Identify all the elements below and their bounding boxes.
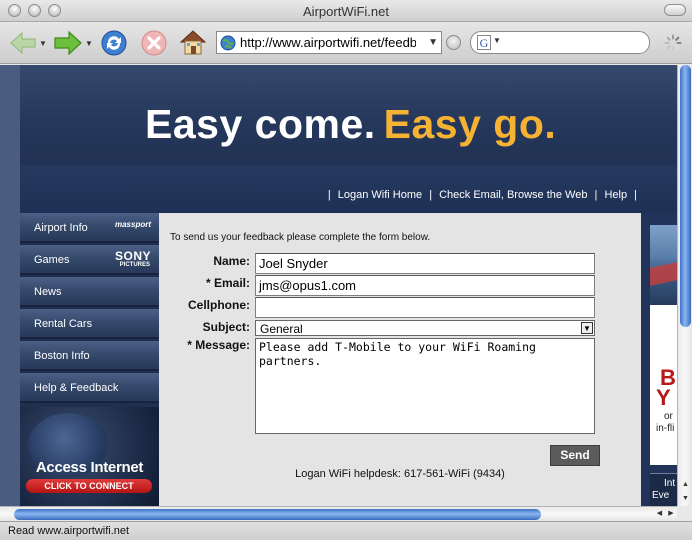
site-tagline: Easy come. Easy go. — [145, 101, 556, 148]
spinner-icon — [664, 34, 682, 52]
back-menu-icon[interactable]: ▼ — [39, 39, 47, 48]
horizontal-scroll-arrows: ◀ ▶ — [654, 507, 677, 522]
subject-select[interactable]: General ▼ — [255, 320, 595, 336]
home-icon — [179, 30, 207, 55]
forward-icon — [54, 31, 82, 55]
massport-logo: massport — [114, 220, 151, 229]
page-viewport: Easy come. Easy go. | Logan Wifi Home | C… — [0, 65, 677, 506]
url-bar[interactable]: http://www.airportwifi.net/feedback ▼ — [216, 31, 442, 54]
helpdesk-info: Logan WiFi helpdesk: 617-561-WiFi (9434) — [295, 468, 505, 480]
scroll-down-icon[interactable]: ▼ — [678, 492, 692, 506]
sidebar-item-airport-info[interactable]: Airport Info massport — [20, 213, 159, 243]
form-intro: To send us your feedback please complete… — [170, 232, 431, 243]
reload-icon — [101, 30, 127, 56]
scroll-left-icon[interactable]: ◀ — [654, 507, 665, 521]
name-label: Name: — [213, 254, 250, 268]
scroll-right-icon[interactable]: ▶ — [665, 507, 677, 521]
sidebar-item-label: Games — [34, 254, 70, 266]
click-to-connect-button[interactable]: CLICK TO CONNECT — [26, 479, 152, 493]
status-text: Read www.airportwifi.net — [8, 525, 130, 537]
go-icon[interactable] — [446, 35, 461, 50]
forward-menu-icon[interactable]: ▼ — [85, 39, 93, 48]
nav-separator: | — [429, 189, 433, 201]
window-title: AirportWiFi.net — [303, 4, 389, 19]
stop-button[interactable] — [139, 28, 169, 58]
sony-pictures-logo: PICTURES — [119, 262, 150, 268]
browser-toolbar: ▼ ▼ http://www.airportwifi.net/feedb ▼ G… — [0, 22, 692, 64]
sidebar-item-news[interactable]: News — [20, 277, 159, 307]
ad-strip: B Y or in-fli Int Eve — [641, 213, 677, 506]
sidebar-item-label: News — [34, 286, 62, 298]
sidebar-item-label: Airport Info — [34, 222, 88, 234]
ad-bottom-text-1: Int — [664, 478, 676, 489]
google-icon: G — [477, 35, 491, 50]
sidebar: Airport Info massport Games SONY PICTURE… — [20, 213, 159, 506]
toolbar-toggle-button[interactable] — [664, 4, 686, 16]
message-textarea[interactable]: Please add T-Mobile to your WiFi Roaming… — [255, 338, 595, 434]
subject-selected-value: General — [260, 322, 303, 336]
ad-headline-2: Y — [656, 385, 671, 410]
top-nav: | Logan Wifi Home | Check Email, Browse … — [326, 189, 639, 201]
access-internet-banner[interactable]: Access Internet CLICK TO CONNECT — [20, 407, 159, 506]
back-button[interactable] — [8, 29, 38, 57]
vertical-scroll-thumb[interactable] — [680, 65, 691, 327]
ad-bottom-banner[interactable]: Int Eve — [650, 473, 677, 506]
status-bar: Read www.airportwifi.net — [0, 521, 692, 540]
title-bar: AirportWiFi.net — [0, 0, 692, 22]
nav-separator: | — [634, 189, 637, 201]
scrollbar-corner — [677, 506, 692, 521]
sidebar-item-label: Help & Feedback — [34, 382, 119, 394]
back-icon — [10, 31, 36, 55]
name-field[interactable]: Joel Snyder — [255, 253, 595, 274]
search-bar[interactable]: G ▼ — [470, 31, 650, 54]
sidebar-item-label: Boston Info — [34, 350, 90, 362]
sidebar-item-rental-cars[interactable]: Rental Cars — [20, 309, 159, 339]
chevron-down-icon[interactable]: ▼ — [581, 322, 593, 334]
scroll-up-icon[interactable]: ▲ — [678, 478, 692, 492]
send-button[interactable]: Send — [550, 445, 600, 466]
tagline-easy-come: Easy come. — [145, 101, 376, 147]
feedback-panel: To send us your feedback please complete… — [159, 213, 641, 506]
ad-text-2: in-fli — [656, 423, 675, 434]
home-button[interactable] — [177, 27, 209, 57]
horizontal-scrollbar[interactable]: ◀ ▶ — [0, 506, 677, 521]
vertical-scroll-arrows: ▲ ▼ — [678, 478, 692, 506]
sony-logo: SONY — [114, 249, 151, 263]
tagline-easy-go: Easy go. — [383, 101, 557, 147]
subject-label: Subject: — [202, 320, 250, 334]
access-internet-title: Access Internet — [35, 459, 144, 476]
url-history-dropdown-icon[interactable]: ▼ — [428, 37, 438, 48]
ad-banner[interactable]: B Y or in-fli — [650, 225, 677, 465]
ad-text-1: or — [664, 411, 673, 422]
sidebar-item-help-feedback[interactable]: Help & Feedback — [20, 373, 159, 403]
globe-icon — [220, 35, 236, 50]
url-text: http://www.airportwifi.net/feedback — [240, 35, 416, 50]
cellphone-field[interactable] — [255, 297, 595, 318]
vertical-scrollbar[interactable]: ▲ ▼ — [677, 65, 692, 506]
horizontal-scroll-thumb[interactable] — [14, 509, 541, 520]
cellphone-label: Cellphone: — [188, 298, 250, 312]
email-label: * Email: — [205, 276, 250, 290]
search-engine-dropdown-icon[interactable]: ▼ — [493, 36, 501, 45]
nav-separator: | — [594, 189, 598, 201]
nav-link-logan-wifi-home[interactable]: Logan Wifi Home — [338, 189, 422, 201]
stop-icon — [141, 30, 167, 56]
reload-button[interactable] — [99, 28, 129, 58]
forward-button[interactable] — [52, 29, 84, 57]
nav-link-check-email[interactable]: Check Email, Browse the Web — [439, 189, 587, 201]
sidebar-item-label: Rental Cars — [34, 318, 93, 330]
email-field[interactable]: jms@opus1.com — [255, 275, 595, 296]
nav-link-help[interactable]: Help — [604, 189, 627, 201]
sidebar-item-boston-info[interactable]: Boston Info — [20, 341, 159, 371]
sidebar-item-games[interactable]: Games SONY PICTURES — [20, 245, 159, 275]
browser-window: AirportWiFi.net ▼ ▼ http://www.airportwi… — [0, 0, 692, 540]
nav-separator: | — [327, 189, 331, 201]
message-label: * Message: — [187, 338, 250, 352]
ad-bottom-text-2: Eve — [652, 490, 670, 501]
